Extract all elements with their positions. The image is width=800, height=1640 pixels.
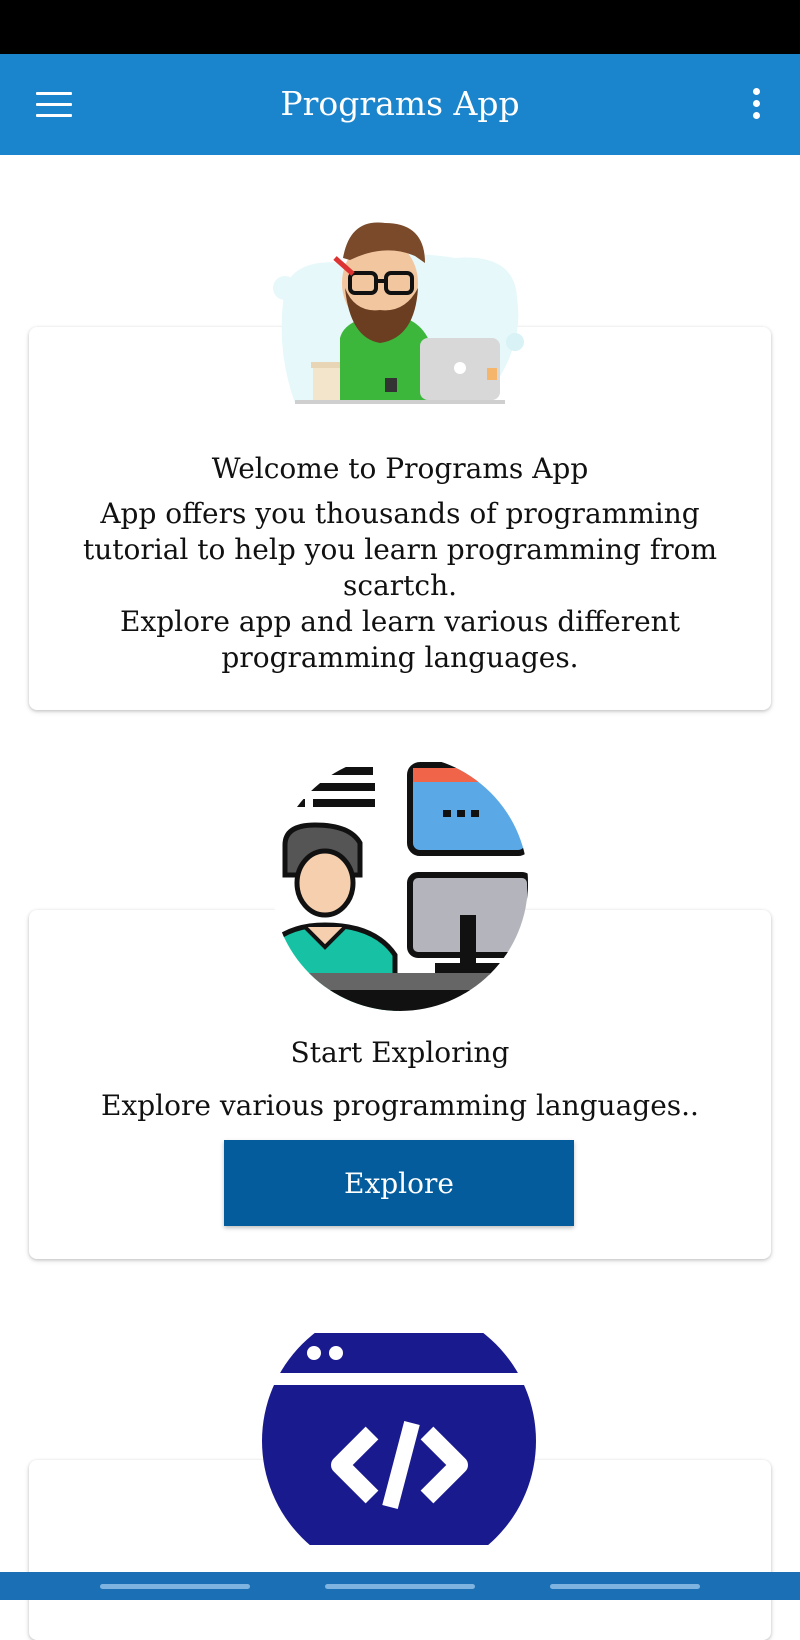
more-vert-icon[interactable]	[748, 88, 764, 122]
app-bar: Programs App	[0, 54, 800, 155]
status-bar	[0, 0, 800, 54]
nav-handle-left	[100, 1584, 250, 1589]
system-nav-bar	[0, 1572, 800, 1600]
explore-button[interactable]: Explore	[224, 1140, 574, 1226]
welcome-description-2: Explore app and learn various different …	[120, 605, 680, 674]
programmer-at-computer-illustration	[272, 755, 528, 1011]
app-title: Programs App	[280, 84, 520, 123]
start-exploring-title: Start Exploring	[290, 1036, 510, 1069]
nav-handle-center	[325, 1584, 475, 1589]
developer-with-laptop-illustration	[273, 222, 524, 404]
nav-handle-right	[550, 1584, 700, 1589]
code-window-icon	[262, 1333, 537, 1545]
welcome-title: Welcome to Programs App	[211, 452, 589, 485]
welcome-description: App offers you thousands of programming …	[82, 497, 718, 602]
start-exploring-description: Explore various programming languages..	[101, 1089, 699, 1122]
